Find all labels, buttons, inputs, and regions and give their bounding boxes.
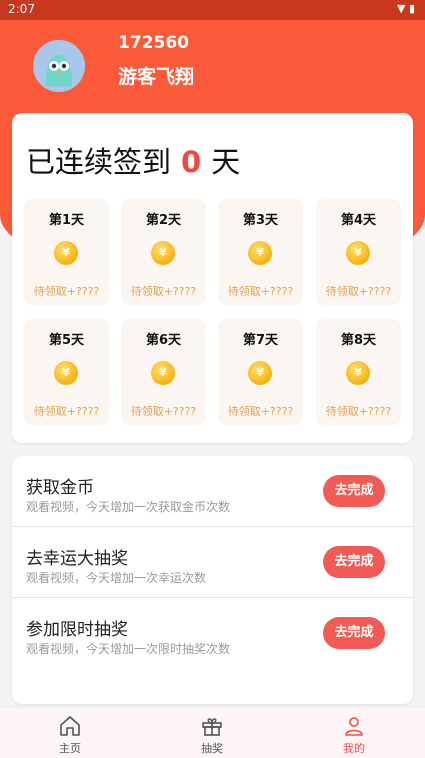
day-label: 第7天 bbox=[242, 333, 279, 348]
day-label: 第8天 bbox=[340, 333, 377, 348]
signin-day-grid: 第1天 ¥ 待领取+???? 第2天 ¥ 待领取+???? 第3天 ¥ 待领取+… bbox=[24, 199, 401, 429]
user-name: 游客飞翔 bbox=[118, 66, 195, 88]
day-label: 第3天 bbox=[242, 213, 279, 228]
day-cell[interactable]: 第1天 ¥ 待领取+???? bbox=[24, 199, 109, 305]
task-row-coins: 获取金币 观看视频，今天增加一次获取金币次数 去完成 bbox=[12, 456, 413, 527]
signin-card: 已连续签到 0 天 第1天 ¥ 待领取+???? 第2天 ¥ 待领取+???? 第3… bbox=[12, 113, 413, 443]
day-cell[interactable]: 第8天 ¥ 待领取+???? bbox=[316, 319, 401, 425]
task-desc: 观看视频，今天增加一次幸运次数 bbox=[26, 571, 207, 585]
day-cell[interactable]: 第5天 ¥ 待领取+???? bbox=[24, 319, 109, 425]
coin-icon: ¥ bbox=[54, 361, 78, 385]
streak-count: 0 bbox=[181, 145, 202, 179]
gift-icon bbox=[202, 718, 222, 736]
signin-streak: 已连续签到 0 天 bbox=[26, 139, 240, 181]
day-cell[interactable]: 第4天 ¥ 待领取+???? bbox=[316, 199, 401, 305]
status-time: 2:07 bbox=[8, 2, 35, 16]
task-row-lucky-draw: 去幸运大抽奖 观看视频，今天增加一次幸运次数 去完成 bbox=[12, 527, 413, 598]
complete-task-button[interactable]: 去完成 bbox=[323, 475, 385, 507]
coin-icon: ¥ bbox=[346, 241, 370, 265]
day-reward: 待领取+???? bbox=[227, 285, 294, 298]
tab-mine[interactable]: 我的 bbox=[314, 708, 394, 758]
complete-task-button[interactable]: 去完成 bbox=[323, 546, 385, 578]
day-reward: 待领取+???? bbox=[130, 405, 197, 418]
day-reward: 待领取+???? bbox=[325, 405, 392, 418]
tab-lottery[interactable]: 抽奖 bbox=[172, 708, 252, 758]
bottom-tab-bar: 主页 抽奖 我的 bbox=[0, 707, 425, 758]
day-cell[interactable]: 第2天 ¥ 待领取+???? bbox=[121, 199, 206, 305]
owl-avatar-icon bbox=[33, 40, 85, 92]
task-title: 参加限时抽奖 bbox=[26, 620, 128, 640]
status-bar: 2:07 ▼ ▮ bbox=[0, 0, 425, 20]
day-label: 第2天 bbox=[145, 213, 182, 228]
day-cell[interactable]: 第3天 ¥ 待领取+???? bbox=[218, 199, 303, 305]
day-label: 第1天 bbox=[48, 213, 85, 228]
user-id: 172560 bbox=[118, 33, 189, 53]
day-cell[interactable]: 第6天 ¥ 待领取+???? bbox=[121, 319, 206, 425]
home-icon bbox=[60, 716, 80, 736]
person-icon bbox=[345, 717, 363, 736]
tab-label: 主页 bbox=[59, 742, 81, 755]
coin-icon: ¥ bbox=[248, 241, 272, 265]
coin-icon: ¥ bbox=[151, 361, 175, 385]
tasks-card: 获取金币 观看视频，今天增加一次获取金币次数 去完成 去幸运大抽奖 观看视频，今… bbox=[12, 456, 413, 704]
day-label: 第4天 bbox=[340, 213, 377, 228]
streak-prefix: 已连续签到 bbox=[26, 145, 172, 179]
day-cell[interactable]: 第7天 ¥ 待领取+???? bbox=[218, 319, 303, 425]
task-row-limited-draw: 参加限时抽奖 观看视频，今天增加一次限时抽奖次数 去完成 bbox=[12, 598, 413, 668]
tab-label: 抽奖 bbox=[201, 742, 223, 755]
complete-task-button[interactable]: 去完成 bbox=[323, 617, 385, 649]
coin-icon: ¥ bbox=[54, 241, 78, 265]
task-desc: 观看视频，今天增加一次限时抽奖次数 bbox=[26, 642, 231, 656]
day-reward: 待领取+???? bbox=[33, 405, 100, 418]
day-reward: 待领取+???? bbox=[130, 285, 197, 298]
task-title: 去幸运大抽奖 bbox=[26, 549, 128, 569]
battery-icon: ▮ bbox=[408, 2, 415, 15]
task-title: 获取金币 bbox=[26, 478, 94, 498]
coin-icon: ¥ bbox=[346, 361, 370, 385]
day-reward: 待领取+???? bbox=[33, 285, 100, 298]
coin-icon: ¥ bbox=[151, 241, 175, 265]
coin-icon: ¥ bbox=[248, 361, 272, 385]
day-label: 第5天 bbox=[48, 333, 85, 348]
tab-home[interactable]: 主页 bbox=[30, 708, 110, 758]
day-label: 第6天 bbox=[145, 333, 182, 348]
task-desc: 观看视频，今天增加一次获取金币次数 bbox=[26, 500, 231, 514]
avatar[interactable] bbox=[33, 40, 85, 92]
tab-label: 我的 bbox=[343, 742, 365, 755]
streak-suffix: 天 bbox=[211, 145, 241, 179]
day-reward: 待领取+???? bbox=[227, 405, 294, 418]
status-icons: ▼ ▮ bbox=[397, 2, 415, 15]
day-reward: 待领取+???? bbox=[325, 285, 392, 298]
wifi-icon: ▼ bbox=[396, 2, 406, 15]
